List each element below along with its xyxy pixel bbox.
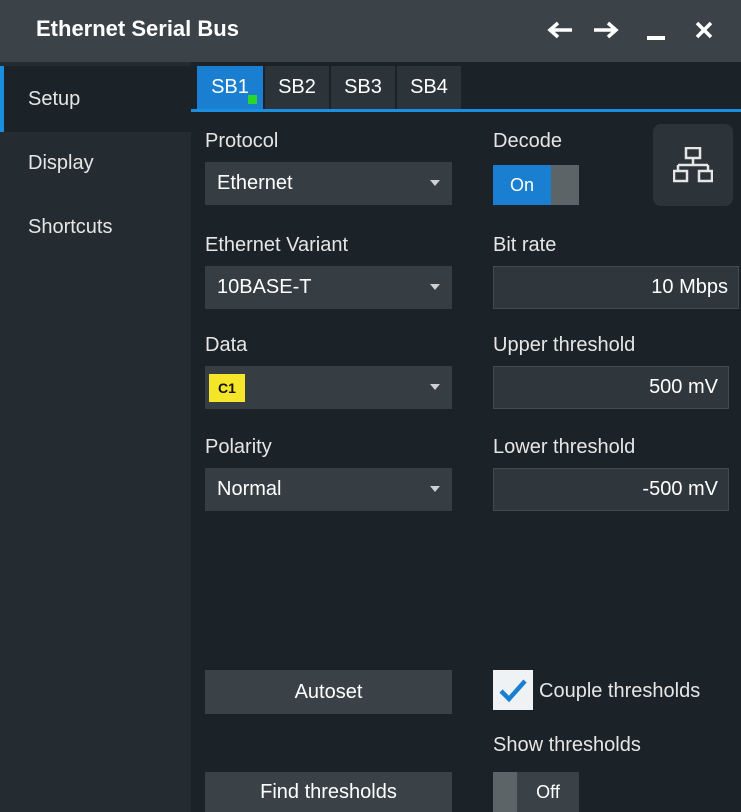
sidebar: Setup Display Shortcuts — [0, 62, 191, 812]
lower-threshold-value: -500 mV — [642, 478, 718, 500]
polarity-dropdown[interactable]: Normal — [205, 468, 452, 511]
couple-thresholds-checkbox[interactable] — [493, 670, 533, 710]
decode-toggle[interactable]: On — [493, 165, 579, 205]
tab-label: SB4 — [410, 76, 448, 98]
network-topology-button[interactable] — [653, 124, 733, 206]
toggle-knob — [493, 772, 517, 812]
arrow-right-icon[interactable] — [586, 8, 626, 52]
sidebar-item-label: Display — [28, 151, 94, 174]
autoset-button[interactable]: Autoset — [205, 670, 452, 714]
setup-panel: SB1 SB2 SB3 SB4 Protocol Ethernet Decode… — [191, 62, 741, 812]
show-thresholds-toggle[interactable]: Off — [493, 772, 579, 812]
data-label: Data — [205, 334, 248, 356]
tab-sb4[interactable]: SB4 — [397, 66, 461, 109]
bitrate-input[interactable]: 10 Mbps — [493, 266, 739, 309]
channel-chip: C1 — [209, 373, 245, 402]
decode-label: Decode — [493, 130, 562, 152]
sidebar-item-display[interactable]: Display — [0, 130, 191, 196]
sidebar-item-label: Setup — [28, 87, 81, 110]
arrow-left-icon[interactable] — [540, 8, 580, 52]
chevron-down-icon — [430, 486, 440, 492]
protocol-label: Protocol — [205, 130, 279, 152]
variant-value: 10BASE-T — [217, 276, 312, 298]
protocol-dropdown[interactable]: Ethernet — [205, 162, 452, 205]
tab-label: SB2 — [278, 76, 316, 98]
close-icon[interactable] — [684, 8, 724, 52]
upper-threshold-value: 500 mV — [649, 376, 718, 398]
chevron-down-icon — [430, 384, 440, 390]
protocol-value: Ethernet — [217, 172, 293, 194]
find-thresholds-button[interactable]: Find thresholds — [205, 772, 452, 812]
network-icon — [673, 147, 713, 183]
couple-thresholds-label: Couple thresholds — [539, 680, 701, 702]
data-source-dropdown[interactable]: C1 — [205, 366, 452, 409]
upper-threshold-label: Upper threshold — [493, 334, 636, 356]
lower-threshold-label: Lower threshold — [493, 436, 636, 458]
tab-bar: SB1 SB2 SB3 SB4 — [191, 62, 741, 112]
sidebar-item-setup[interactable]: Setup — [0, 66, 191, 132]
title-bar: Ethernet Serial Bus — [0, 0, 741, 62]
chevron-down-icon — [430, 284, 440, 290]
polarity-label: Polarity — [205, 436, 272, 458]
toggle-off-label: Off — [517, 772, 579, 812]
bitrate-label: Bit rate — [493, 234, 557, 256]
checkmark-icon — [499, 679, 527, 703]
variant-label: Ethernet Variant — [205, 234, 349, 256]
toggle-knob — [551, 165, 579, 205]
sidebar-item-shortcuts[interactable]: Shortcuts — [0, 194, 191, 260]
toggle-on-label: On — [493, 165, 551, 205]
active-indicator — [248, 95, 257, 104]
tab-sb2[interactable]: SB2 — [265, 66, 329, 109]
tab-sb3[interactable]: SB3 — [331, 66, 395, 109]
tab-sb1[interactable]: SB1 — [197, 66, 263, 109]
lower-threshold-input[interactable]: -500 mV — [493, 468, 729, 511]
tab-label: SB3 — [344, 76, 382, 98]
tab-label: SB1 — [211, 76, 249, 98]
polarity-value: Normal — [217, 478, 282, 500]
minimize-icon[interactable] — [636, 8, 676, 52]
window-title: Ethernet Serial Bus — [36, 16, 239, 41]
variant-dropdown[interactable]: 10BASE-T — [205, 266, 452, 309]
chevron-down-icon — [430, 180, 440, 186]
show-thresholds-label: Show thresholds — [493, 734, 641, 756]
bitrate-value: 10 Mbps — [651, 276, 728, 298]
sidebar-item-label: Shortcuts — [28, 215, 113, 238]
upper-threshold-input[interactable]: 500 mV — [493, 366, 729, 409]
